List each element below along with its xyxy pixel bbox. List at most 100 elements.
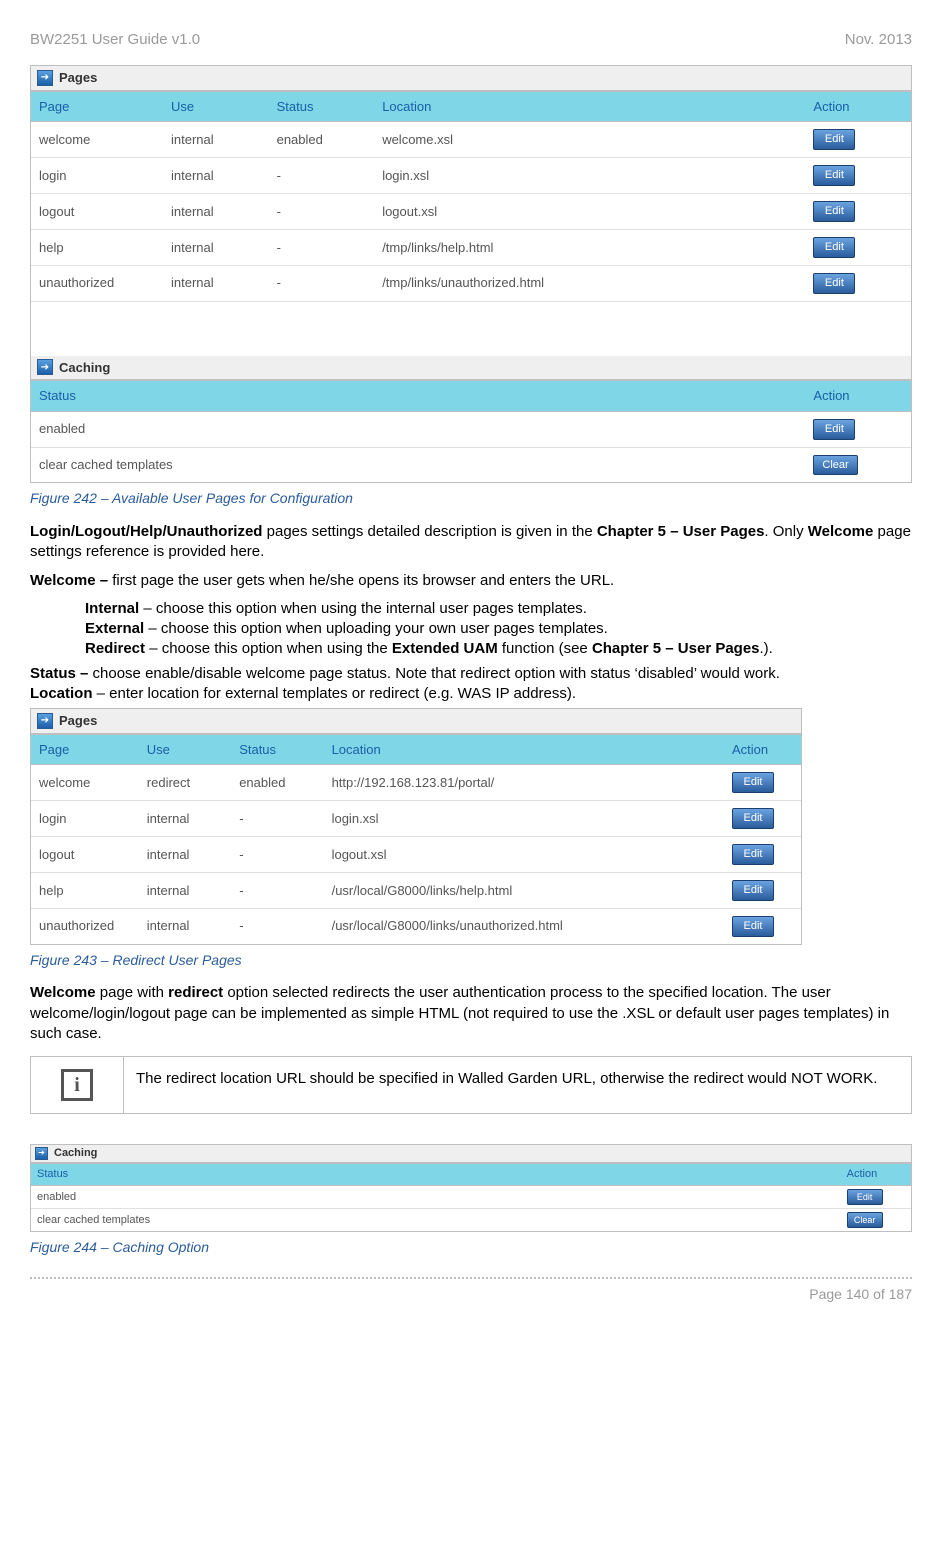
cell: internal [163,229,269,265]
cell: login [31,158,163,194]
text-bold: Welcome [30,984,96,1001]
cell: logout [31,194,163,230]
edit-button[interactable]: Edit [732,772,774,793]
clear-button[interactable]: Clear [847,1212,883,1228]
text: pages settings detailed description is g… [262,523,596,540]
text-bold: External [85,620,144,637]
cell: welcome.xsl [374,122,805,158]
caching-section-header: ➔ Caching [31,356,911,381]
text-bold: Welcome – [30,572,112,589]
cell: internal [139,908,231,943]
cell: - [231,837,323,873]
cell: help [31,229,163,265]
col-location: Location [324,734,724,765]
edit-button[interactable]: Edit [813,419,855,440]
text: choose enable/disable welcome page statu… [93,665,780,682]
cell: - [231,872,323,908]
doc-date: Nov. 2013 [845,30,912,50]
cell: clear cached templates [31,1209,841,1232]
edit-button[interactable]: Edit [732,916,774,937]
cell: welcome [31,122,163,158]
table-row: helpinternal-/usr/local/G8000/links/help… [31,872,801,908]
text: . Only [764,523,807,540]
cell: unauthorized [31,908,139,943]
cell: - [269,158,375,194]
text-bold: Internal [85,600,139,617]
cell: /usr/local/G8000/links/unauthorized.html [324,908,724,943]
arrow-icon: ➔ [35,1147,48,1160]
doc-title: BW2251 User Guide v1.0 [30,30,200,50]
text: – choose this option when using the [145,640,392,657]
cell: internal [163,265,269,301]
paragraph: Location – enter location for external t… [30,684,912,704]
caching-section-header: ➔ Caching [31,1145,911,1163]
col-page: Page [31,91,163,122]
text: – choose this option when uploading your… [144,620,608,637]
col-page: Page [31,734,139,765]
edit-button[interactable]: Edit [813,201,855,222]
table-row: enabledEdit [31,1185,911,1208]
edit-button[interactable]: Edit [813,273,855,294]
table-row: logininternal-login.xslEdit [31,801,801,837]
text-bold: Welcome [808,523,874,540]
cell: login [31,801,139,837]
pages-section-title: Pages [59,69,97,87]
text-bold: Location [30,685,93,702]
edit-button[interactable]: Edit [813,129,855,150]
paragraph: Status – choose enable/disable welcome p… [30,664,912,684]
list-item: Internal – choose this option when using… [85,599,912,619]
cell: welcome [31,765,139,801]
cell: - [231,801,323,837]
clear-button[interactable]: Clear [813,455,857,476]
edit-button[interactable]: Edit [813,165,855,186]
arrow-icon: ➔ [37,713,53,729]
figure-244: ➔ Caching Status Action enabledEdit clea… [30,1144,912,1232]
table-row: clear cached templates Clear [31,1209,911,1232]
table-row: enabled Edit [31,411,911,447]
edit-button[interactable]: Edit [813,237,855,258]
pages-table: Page Use Status Location Action welcomer… [31,734,801,944]
text-bold: Login/Logout/Help/Unauthorized [30,523,262,540]
text-bold: redirect [168,984,223,1001]
info-icon: i [61,1069,93,1101]
arrow-icon: ➔ [37,70,53,86]
col-location: Location [374,91,805,122]
cell: enabled [269,122,375,158]
cell: internal [139,837,231,873]
col-use: Use [163,91,269,122]
cell: internal [139,872,231,908]
table-row: helpinternal-/tmp/links/help.htmlEdit [31,229,911,265]
text-bold: Extended UAM [392,640,498,657]
edit-button[interactable]: Edit [732,844,774,865]
col-status: Status [31,381,805,412]
table-row: logoutinternal-logout.xslEdit [31,194,911,230]
col-action: Action [805,91,911,122]
edit-button[interactable]: Edit [847,1189,883,1205]
pages-table: Page Use Status Location Action welcomei… [31,91,911,356]
page-footer: Page 140 of 187 [30,1277,912,1304]
pages-section-title: Pages [59,712,97,730]
cell: unauthorized [31,265,163,301]
edit-button[interactable]: Edit [732,808,774,829]
text: – enter location for external templates … [93,685,577,702]
info-note: i The redirect location URL should be sp… [30,1056,912,1114]
text-bold: Redirect [85,640,145,657]
cell: enabled [31,411,805,447]
edit-button[interactable]: Edit [732,880,774,901]
caching-section-title: Caching [54,1146,97,1161]
info-icon-cell: i [31,1057,124,1113]
cell: /usr/local/G8000/links/help.html [324,872,724,908]
cell: internal [163,194,269,230]
col-status: Status [31,1164,841,1186]
pages-section-header: ➔ Pages [31,709,801,734]
figure-242-caption: Figure 242 – Available User Pages for Co… [30,489,912,508]
text-bold: Status – [30,665,93,682]
cell: http://192.168.123.81/portal/ [324,765,724,801]
cell: - [231,908,323,943]
paragraph: Welcome – first page the user gets when … [30,571,912,591]
list-item: External – choose this option when uploa… [85,619,912,639]
text: first page the user gets when he/she ope… [112,572,614,589]
table-row: unauthorizedinternal-/usr/local/G8000/li… [31,908,801,943]
text: – choose this option when using the inte… [139,600,587,617]
text: page with [96,984,169,1001]
